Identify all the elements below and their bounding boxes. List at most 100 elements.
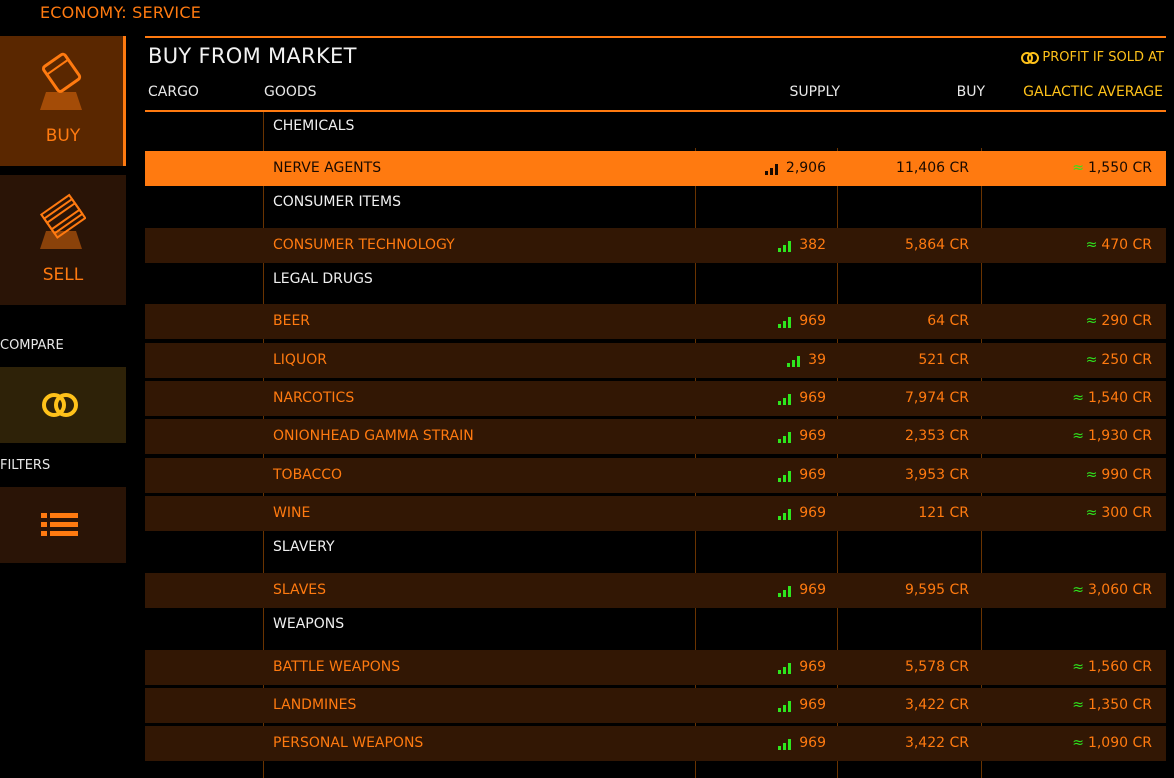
galactic-average-cell: ≈1,350 CR: [1072, 688, 1152, 723]
category-header: WEAPONS: [273, 616, 345, 632]
galactic-average-cell: ≈300 CR: [1086, 496, 1152, 531]
galactic-average-cell: ≈1,560 CR: [1072, 650, 1152, 685]
market-row[interactable]: BEER 969 64 CR ≈290 CR: [145, 304, 1166, 339]
approx-symbol: ≈: [1085, 505, 1098, 521]
economy-label: ECONOMY: SERVICE: [40, 3, 202, 22]
supply-signal-icon: [778, 470, 792, 482]
galactic-average-value: 990 CR: [1101, 467, 1152, 483]
category-header: SLAVERY: [273, 539, 335, 555]
market-row[interactable]: LANDMINES 969 3,422 CR ≈1,350 CR: [145, 688, 1166, 723]
galactic-average-value: 1,560 CR: [1087, 659, 1152, 675]
supply-cell: 969: [777, 573, 826, 608]
buy-tab-button[interactable]: BUY: [0, 36, 126, 166]
galactic-average-value: 1,930 CR: [1087, 428, 1152, 444]
supply-signal-icon: [778, 316, 792, 328]
goods-name: SLAVES: [273, 582, 326, 598]
supply-value: 969: [799, 659, 826, 675]
supply-cell: 969: [777, 419, 826, 454]
approx-symbol: ≈: [1072, 160, 1084, 176]
filters-button[interactable]: [0, 487, 126, 563]
supply-value: 969: [799, 505, 826, 521]
galactic-average-value: 1,090 CR: [1087, 735, 1152, 751]
galactic-average-cell: ≈470 CR: [1086, 228, 1152, 263]
buy-price: 2,353 CR: [904, 428, 969, 444]
galactic-average-value: 1,540 CR: [1087, 390, 1152, 406]
buy-price: 64 CR: [927, 313, 969, 329]
column-header-supply[interactable]: SUPPLY: [789, 84, 840, 100]
galactic-average-value: 300 CR: [1101, 505, 1152, 521]
supply-cell: 969: [777, 726, 826, 761]
galactic-average-cell: ≈1,550 CR: [1072, 151, 1152, 186]
supply-cell: 969: [777, 688, 826, 723]
supply-signal-icon: [778, 431, 792, 443]
galactic-average-cell: ≈990 CR: [1086, 458, 1152, 493]
galactic-average-cell: ≈250 CR: [1086, 343, 1152, 378]
supply-cell: 969: [777, 304, 826, 339]
galactic-average-value: 290 CR: [1101, 313, 1152, 329]
goods-name: NERVE AGENTS: [273, 160, 382, 176]
supply-cell: 969: [777, 381, 826, 416]
supply-cell: 2,906: [764, 151, 826, 186]
column-header-buy[interactable]: BUY: [957, 84, 985, 100]
supply-cell: 382: [777, 228, 826, 263]
market-row[interactable]: LIQUOR 39 521 CR ≈250 CR: [145, 343, 1166, 378]
buy-tab-label: BUY: [45, 126, 81, 146]
approx-symbol: ≈: [1085, 313, 1098, 329]
galactic-average-value: 470 CR: [1101, 237, 1152, 253]
approx-symbol: ≈: [1072, 697, 1084, 713]
supply-cell: 39: [786, 343, 826, 378]
galactic-average-cell: ≈3,060 CR: [1072, 573, 1152, 608]
market-row[interactable]: WINE 969 121 CR ≈300 CR: [145, 496, 1166, 531]
market-row[interactable]: PERSONAL WEAPONS 969 3,422 CR ≈1,090 CR: [145, 726, 1166, 761]
market-row[interactable]: BATTLE WEAPONS 969 5,578 CR ≈1,560 CR: [145, 650, 1166, 685]
galactic-average-cell: ≈1,540 CR: [1072, 381, 1152, 416]
sell-tab-label: SELL: [42, 265, 84, 285]
sell-tab-button[interactable]: SELL: [0, 175, 126, 305]
market-row[interactable]: SLAVES 969 9,595 CR ≈3,060 CR: [145, 573, 1166, 608]
filters-section-label: FILTERS: [0, 458, 51, 473]
goods-name: BATTLE WEAPONS: [273, 659, 401, 675]
buy-price: 5,864 CR: [904, 237, 969, 253]
buy-price: 3,953 CR: [904, 467, 969, 483]
buy-price: 121 CR: [918, 505, 969, 521]
approx-symbol: ≈: [1085, 352, 1098, 368]
market-panel: BUY FROM MARKET PROFIT IF SOLD AT CARGO …: [145, 36, 1166, 778]
market-row[interactable]: TOBACCO 969 3,953 CR ≈990 CR: [145, 458, 1166, 493]
goods-name: BEER: [273, 313, 311, 329]
goods-name: WINE: [273, 505, 311, 521]
approx-symbol: ≈: [1085, 467, 1098, 483]
list-filter-icon: [38, 509, 82, 541]
market-row[interactable]: ONIONHEAD GAMMA STRAIN 969 2,353 CR ≈1,930 …: [145, 419, 1166, 454]
column-header-galactic-average[interactable]: GALACTIC AVERAGE: [1023, 84, 1163, 100]
profit-toggle[interactable]: PROFIT IF SOLD AT: [1020, 50, 1164, 65]
approx-symbol: ≈: [1072, 428, 1084, 444]
goods-name: CONSUMER TECHNOLOGY: [273, 237, 455, 253]
column-header-goods[interactable]: GOODS: [264, 84, 317, 100]
buy-price: 11,406 CR: [896, 160, 969, 176]
supply-value: 382: [799, 237, 826, 253]
supply-signal-icon: [787, 355, 801, 367]
market-row[interactable]: NARCOTICS 969 7,974 CR ≈1,540 CR: [145, 381, 1166, 416]
market-row[interactable]: NERVE AGENTS 2,906 11,406 CR ≈1,550 CR: [145, 151, 1166, 186]
category-header: CONSUMER ITEMS: [273, 194, 401, 210]
supply-value: 969: [799, 428, 826, 444]
supply-signal-icon: [778, 700, 792, 712]
column-header-cargo[interactable]: CARGO: [148, 84, 199, 100]
supply-value: 39: [808, 352, 826, 368]
supply-value: 969: [799, 697, 826, 713]
approx-symbol: ≈: [1072, 582, 1084, 598]
compare-rings-icon: [38, 389, 82, 421]
market-row[interactable]: CONSUMER TECHNOLOGY 382 5,864 CR ≈470 CR: [145, 228, 1166, 263]
buy-price: 3,422 CR: [904, 735, 969, 751]
category-header: CHEMICALS: [273, 118, 355, 134]
supply-signal-icon: [778, 240, 792, 252]
compare-section-label: COMPARE: [0, 338, 64, 353]
galactic-average-cell: ≈1,930 CR: [1072, 419, 1152, 454]
supply-signal-icon: [778, 738, 792, 750]
supply-value: 2,906: [785, 160, 826, 176]
buy-price: 7,974 CR: [904, 390, 969, 406]
buy-price: 3,422 CR: [904, 697, 969, 713]
supply-signal-icon: [778, 662, 792, 674]
compare-button[interactable]: [0, 367, 126, 443]
goods-name: LANDMINES: [273, 697, 357, 713]
